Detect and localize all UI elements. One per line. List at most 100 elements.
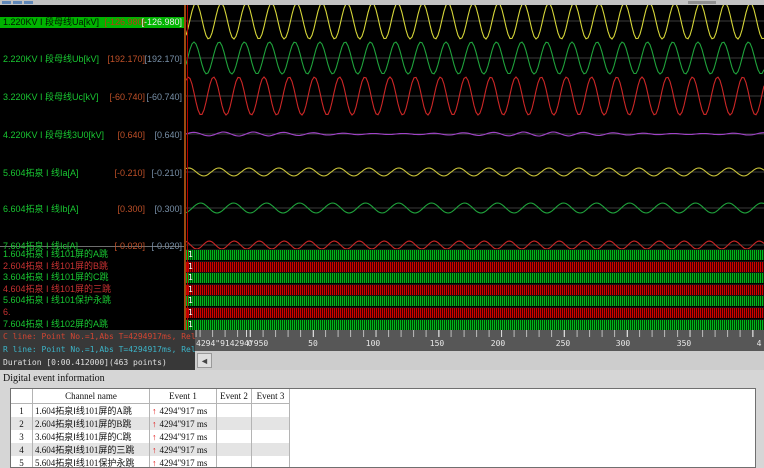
analog-channel-label-5[interactable]: 5.604拓泉 I 线Ia[A] [-0.210] [-0.210]	[0, 168, 184, 179]
waveform-analyzer-window: 1.220KV I 段母线Ua[kV] [-126.980] [-126.980] 2…	[0, 0, 764, 468]
digital-state-value: 1	[188, 250, 193, 259]
rising-edge-icon: ↑	[152, 405, 157, 416]
channel-value-2: [0.300]	[154, 204, 182, 214]
digital-state-value: 1	[188, 296, 193, 306]
channel-label-panel: 1.220KV I 段母线Ua[kV] [-126.980] [-126.980] 2…	[0, 5, 186, 330]
channel-name: 2.220KV I 段母线Ub[kV]	[3, 54, 100, 64]
channel-value-2: [192.170]	[144, 54, 182, 64]
digital-event-section: Digital event information Channel name Ev…	[0, 370, 764, 468]
digital-channel-label-3[interactable]: 3.604拓泉 I 线101屏的C跳	[0, 272, 184, 283]
channel-name: 6.604拓泉 I 线Ib[A]	[3, 204, 79, 214]
digital-channel-label-7[interactable]: 7.604拓泉 I 线102屏的A跳	[0, 319, 184, 330]
waveform-viewer: 1.220KV I 段母线Ua[kV] [-126.980] [-126.980] 2…	[0, 5, 764, 330]
analog-channel-label-1[interactable]: 1.220KV I 段母线Ua[kV] [-126.980] [-126.980]	[0, 17, 184, 28]
event3-time	[251, 443, 290, 456]
table-header: Event 3	[251, 389, 290, 404]
digital-trace-4: 1	[186, 283, 764, 295]
digital-state-value: 1	[188, 319, 193, 329]
table-row[interactable]: 3 3.604拓泉Ⅰ线101屏的C跳 ↑ 4294"917 ms	[11, 430, 290, 443]
section-title: Digital event information	[3, 373, 105, 384]
digital-trace-7: 1	[186, 318, 764, 330]
waveform-plot-area[interactable]: 1111111	[186, 5, 764, 330]
channel-name: 3.220KV I 段母线Uc[kV]	[3, 92, 99, 102]
horizontal-scrollbar-thumb[interactable]	[688, 1, 716, 4]
digital-state-value: 1	[188, 284, 193, 294]
row-number: 4	[11, 443, 33, 456]
digital-trace-2: 1	[186, 260, 764, 272]
toolbar-button-icon[interactable]	[2, 1, 11, 4]
digital-channel-label-6[interactable]: 6.	[0, 307, 184, 318]
event-channel-name: 2.604拓泉Ⅰ线101屏的B跳	[32, 417, 150, 430]
event-table-panel: Channel name Event 1 Event 2 Event 3 1 1.604拓…	[10, 388, 756, 468]
row-number: 5	[11, 456, 33, 467]
channel-value-1: [0.640]	[117, 130, 145, 140]
event1-time: ↑ 4294"917 ms	[149, 430, 217, 443]
time-axis-label: 200	[490, 339, 506, 348]
digital-trace-5: 1	[186, 295, 764, 307]
digital-state-value: 1	[188, 261, 193, 271]
event1-time: ↑ 4294"917 ms	[149, 443, 217, 456]
r-line-status: R line: Point No.=1,Abs T=4294917ms, Rel…	[3, 345, 195, 354]
time-axis: 4294"914294"950 0 50 100 150 200 250 300 350 4	[195, 330, 764, 351]
digital-state-value: 1	[188, 308, 193, 317]
event2-time	[216, 443, 252, 456]
time-axis-label: 150	[429, 339, 445, 348]
event3-time	[251, 430, 290, 443]
duration-status: Duration [0:00.412000](463 points)	[3, 358, 167, 367]
cursor-line[interactable]	[187, 5, 188, 330]
channel-value-1: [0.300]	[117, 204, 145, 214]
table-row[interactable]: 4 4.604拓泉Ⅰ线101屏的三跳 ↑ 4294"917 ms	[11, 443, 290, 456]
toolbar-button-icon[interactable]	[24, 1, 33, 4]
channel-name: 4.220KV I 段母线3U0[kV]	[3, 130, 105, 140]
event1-time: ↑ 4294"917 ms	[149, 403, 217, 417]
table-row[interactable]: 5 5.604拓泉Ⅰ线101保护永跳 ↑ 4294"917 ms	[11, 456, 290, 468]
digital-event-table: Channel name Event 1 Event 2 Event 3 1 1.604拓…	[11, 389, 290, 468]
event2-time	[216, 430, 252, 443]
digital-trace-1: 1	[186, 249, 764, 260]
rising-edge-icon: ↑	[152, 457, 157, 468]
event-channel-name: 4.604拓泉Ⅰ线101屏的三跳	[32, 443, 150, 456]
event3-time	[251, 456, 290, 467]
analog-channel-label-4[interactable]: 4.220KV I 段母线3U0[kV] [0.640] [0.640]	[0, 130, 184, 141]
time-axis-label: 4	[756, 339, 762, 348]
analog-channel-label-2[interactable]: 2.220KV I 段母线Ub[kV] [192.170] [192.170]	[0, 54, 184, 65]
rising-edge-icon: ↑	[152, 431, 157, 442]
time-axis-label: 100	[365, 339, 381, 348]
scroll-left-button[interactable]: ◄	[197, 353, 212, 368]
channel-value-1: [-0.210]	[114, 168, 145, 178]
table-row[interactable]: 1 1.604拓泉Ⅰ线101屏的A跳 ↑ 4294"917 ms	[11, 403, 290, 417]
cursor-status-panel: C line: Point No.=1,Abs T=4294917ms, Rel…	[0, 330, 195, 370]
time-axis-label: 0	[247, 339, 253, 348]
digital-channel-label-5[interactable]: 5.604拓泉 I 线101保护永跳	[0, 295, 184, 306]
rising-edge-icon: ↑	[152, 444, 157, 455]
time-axis-label: 350	[676, 339, 692, 348]
time-axis-label: 300	[615, 339, 631, 348]
channel-value-2: [-0.210]	[151, 168, 182, 178]
channel-name: 1.220KV I 段母线Ua[kV]	[3, 17, 100, 27]
event-channel-name: 1.604拓泉Ⅰ线101屏的A跳	[32, 403, 150, 417]
c-line-status: C line: Point No.=1,Abs T=4294917ms, Rel…	[3, 332, 195, 341]
digital-channel-label-2[interactable]: 2.604拓泉 I 线101屏的B跳	[0, 261, 184, 272]
table-header: Channel name	[32, 389, 150, 404]
analog-channel-label-3[interactable]: 3.220KV I 段母线Uc[kV] [-60.740] [-60.740]	[0, 92, 184, 103]
digital-channel-label-4[interactable]: 4.604拓泉 I 线101屏的三跳	[0, 284, 184, 295]
table-header: Event 2	[216, 389, 252, 404]
time-axis-label: 4294"914294"950	[196, 339, 269, 348]
event2-time	[216, 417, 252, 430]
time-axis-label: 50	[308, 339, 318, 348]
table-header: Event 1	[149, 389, 217, 404]
table-header	[11, 389, 33, 404]
horizontal-scrollbar[interactable]: ◄	[195, 351, 764, 370]
event3-time	[251, 417, 290, 430]
time-axis-ticks	[195, 330, 764, 337]
digital-channel-label-1[interactable]: 1.604拓泉 I 线101屏的A跳	[0, 249, 184, 260]
channel-value-1: [-126.980]	[104, 17, 145, 27]
row-number: 3	[11, 430, 33, 443]
channel-value-2: [-126.980]	[141, 17, 182, 27]
channel-value-2: [-60.740]	[146, 92, 182, 102]
rising-edge-icon: ↑	[152, 418, 157, 429]
analog-channel-label-6[interactable]: 6.604拓泉 I 线Ib[A] [0.300] [0.300]	[0, 204, 184, 215]
table-row[interactable]: 2 2.604拓泉Ⅰ线101屏的B跳 ↑ 4294"917 ms	[11, 417, 290, 430]
channel-name: 5.604拓泉 I 线Ia[A]	[3, 168, 79, 178]
toolbar-button-icon[interactable]	[13, 1, 22, 4]
